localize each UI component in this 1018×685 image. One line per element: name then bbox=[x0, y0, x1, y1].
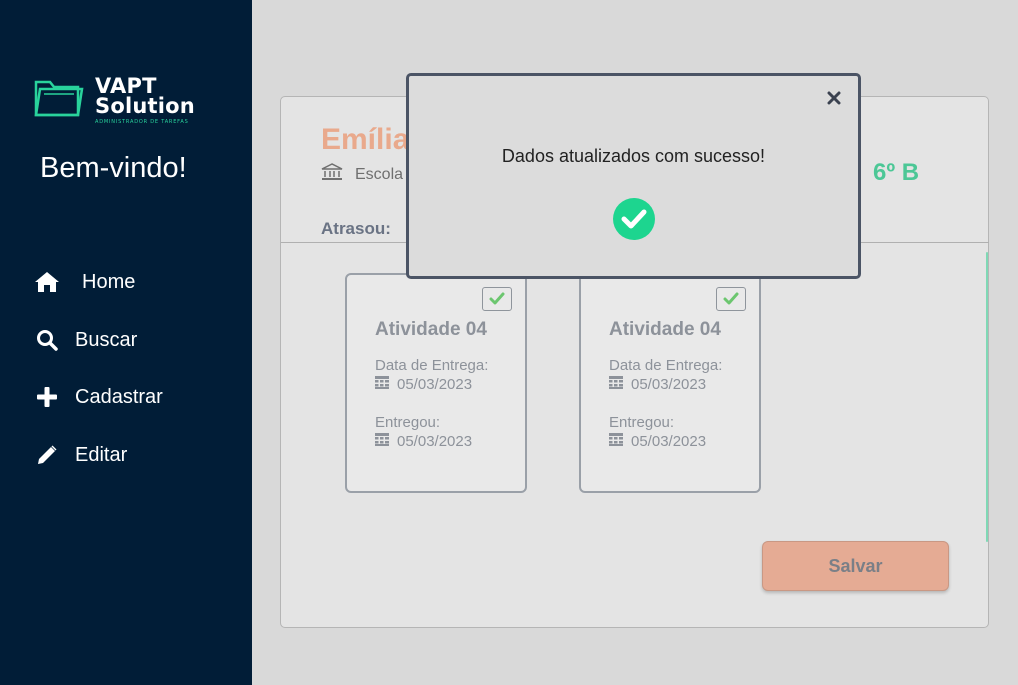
app-logo: VAPT Solution ADMINISTRADOR DE TAREFAS bbox=[34, 74, 195, 125]
scrollbar[interactable] bbox=[986, 252, 988, 542]
school-name: Escola bbox=[355, 165, 404, 183]
student-name: Emília bbox=[321, 123, 410, 156]
task-title: Atividade 04 bbox=[375, 319, 487, 340]
task-checkbox[interactable] bbox=[716, 287, 746, 311]
logo-title-line2: Solution bbox=[95, 94, 195, 118]
close-icon[interactable] bbox=[824, 88, 844, 108]
calendar-icon bbox=[375, 433, 389, 450]
success-dialog: Dados atualizados com sucesso! bbox=[406, 73, 861, 279]
pencil-icon bbox=[34, 442, 60, 468]
search-icon bbox=[34, 327, 60, 353]
calendar-icon bbox=[609, 433, 623, 450]
due-date: 05/03/2023 bbox=[609, 376, 706, 393]
due-date-label: Data de Entrega: bbox=[609, 357, 723, 374]
dialog-message: Dados atualizados com sucesso! bbox=[501, 146, 766, 166]
check-icon bbox=[489, 292, 505, 305]
task-card[interactable]: Atividade 04 Data de Entrega: 05/03/2023… bbox=[579, 273, 761, 493]
folder-icon bbox=[34, 80, 84, 117]
logo-title-line1: VAPT bbox=[95, 74, 157, 98]
sidebar-item-buscar[interactable]: Buscar bbox=[34, 327, 137, 353]
class-label: 6º B bbox=[873, 159, 920, 186]
late-label: Atrasou: bbox=[321, 219, 391, 238]
sidebar-item-label: Buscar bbox=[75, 328, 138, 351]
due-date: 05/03/2023 bbox=[375, 376, 472, 393]
delivered-label: Entregou: bbox=[609, 414, 675, 431]
sidebar: VAPT Solution ADMINISTRADOR DE TAREFAS B… bbox=[0, 0, 252, 685]
calendar-icon bbox=[609, 376, 623, 393]
save-button[interactable]: Salvar bbox=[762, 541, 949, 591]
check-icon bbox=[723, 292, 739, 305]
task-card[interactable]: Atividade 04 Data de Entrega: 05/03/2023… bbox=[345, 273, 527, 493]
sidebar-item-cadastrar[interactable]: Cadastrar bbox=[34, 384, 163, 410]
due-date-value: 05/03/2023 bbox=[397, 376, 473, 393]
delivered-date-value: 05/03/2023 bbox=[631, 433, 707, 450]
delivered-label: Entregou: bbox=[375, 414, 441, 431]
delivered-date-value: 05/03/2023 bbox=[397, 433, 473, 450]
sidebar-item-editar[interactable]: Editar bbox=[34, 442, 127, 468]
plus-icon bbox=[34, 384, 60, 410]
success-check-icon bbox=[612, 197, 656, 245]
delivered-date: 05/03/2023 bbox=[609, 433, 706, 450]
school-info: Escola bbox=[321, 163, 403, 186]
task-title: Atividade 04 bbox=[609, 319, 721, 340]
calendar-icon bbox=[375, 376, 389, 393]
sidebar-item-label: Editar bbox=[75, 443, 128, 466]
home-icon bbox=[34, 269, 60, 295]
sidebar-item-label: Home bbox=[82, 270, 136, 293]
school-building-icon bbox=[321, 163, 343, 186]
sidebar-item-home[interactable]: Home bbox=[34, 269, 135, 295]
logo-subtitle: ADMINISTRADOR DE TAREFAS bbox=[95, 119, 189, 125]
welcome-heading: Bem-vindo! bbox=[40, 152, 187, 184]
due-date-value: 05/03/2023 bbox=[631, 376, 707, 393]
due-date-label: Data de Entrega: bbox=[375, 357, 489, 374]
delivered-date: 05/03/2023 bbox=[375, 433, 472, 450]
task-checkbox[interactable] bbox=[482, 287, 512, 311]
sidebar-item-label: Cadastrar bbox=[75, 385, 163, 408]
